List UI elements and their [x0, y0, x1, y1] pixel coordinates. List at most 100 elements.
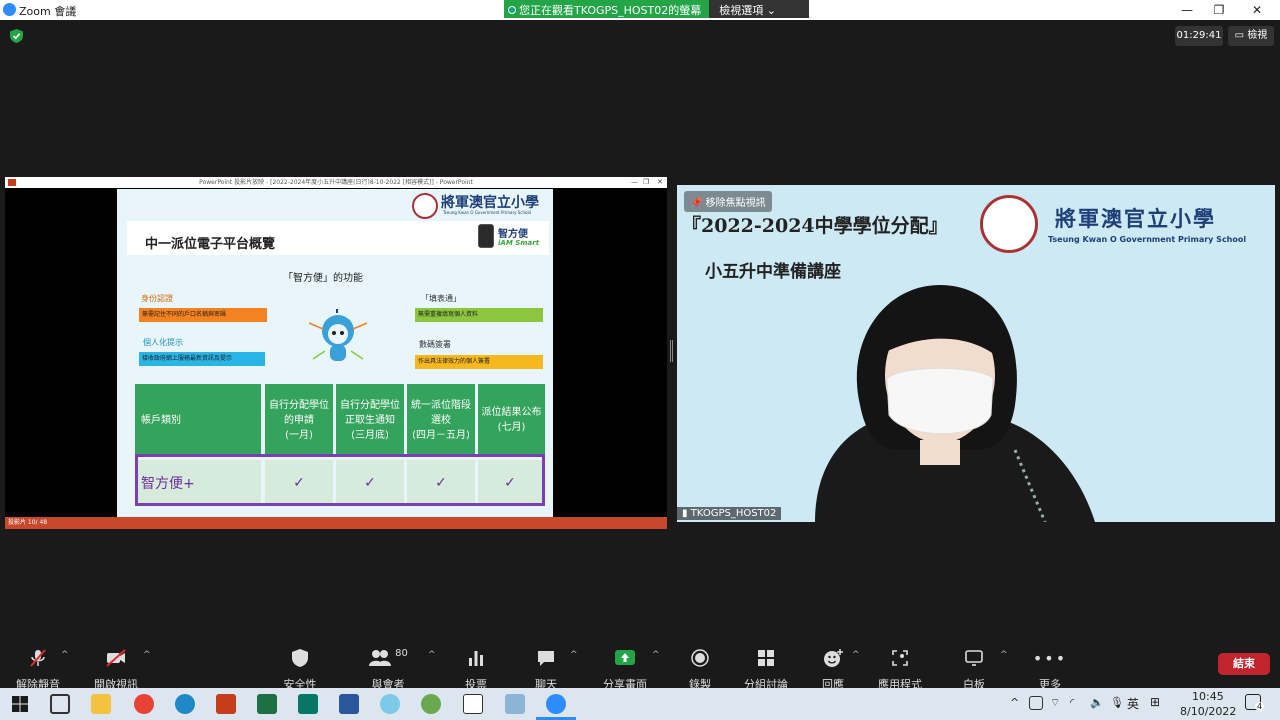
clock-time[interactable]: 10:45	[1192, 690, 1224, 703]
whiteboard-button[interactable]: 白板	[939, 648, 1009, 692]
share-screen-icon	[615, 650, 635, 665]
banner-title: 『2022-2024中學學位分配』	[682, 215, 948, 237]
ppt-close-icon: ✕	[657, 178, 663, 186]
help-icon[interactable]	[380, 694, 400, 714]
zoom-app-icon	[3, 3, 16, 16]
windows-taskbar: ^ ⌔ ◜ 🔈 🎙 英 ⊞ 10:45 8/10/2022 4	[0, 688, 1280, 720]
shared-screen: PowerPoint 投影片放映 - [2022-2024年度小五升中講座(日行…	[5, 177, 667, 529]
participants-options-caret[interactable]: ^	[428, 650, 436, 660]
powerpoint-taskbar-icon[interactable]	[216, 694, 236, 714]
table-header-cell: 自行分配學位 正取生通知 (三月底)	[336, 384, 404, 456]
apps-button[interactable]: 應用程式	[865, 648, 935, 692]
wifi-icon[interactable]: ◜	[1070, 696, 1074, 709]
excel-icon[interactable]	[257, 694, 277, 714]
share-screen-button[interactable]: 分享畫面	[590, 648, 660, 692]
notepad-icon[interactable]	[505, 694, 525, 714]
slide-counter: 投影片 10/ 48	[8, 519, 48, 526]
whiteboard-icon	[965, 650, 983, 666]
signal-bars-icon: ▮	[682, 508, 688, 519]
share-options-caret[interactable]: ^	[652, 650, 660, 660]
reactions-options-caret[interactable]: ^	[852, 650, 860, 660]
platform-table: 帳戶類別 自行分配學位 的申請 (一月) 自行分配學位 正取生通知 (三月底) …	[135, 384, 545, 514]
whiteboard-options-caret[interactable]: ^	[1000, 650, 1008, 660]
smiley-icon	[824, 649, 843, 667]
end-meeting-button[interactable]: 結束	[1218, 653, 1270, 675]
shield-icon	[292, 649, 308, 667]
ime-indicator[interactable]: 英	[1127, 695, 1139, 712]
edge-icon[interactable]	[175, 694, 195, 714]
chevron-down-icon: ⌄	[766, 4, 776, 17]
school-crest	[980, 195, 1038, 253]
video-school-en: Tseung Kwan O Government Primary School	[1048, 235, 1247, 244]
unpin-video-button[interactable]: 📌 移除焦點視訊	[684, 191, 772, 212]
table-cell: 智方便+	[138, 460, 261, 506]
viewing-notice: 您正在觀看TKOGPS_HOST02的螢幕	[504, 0, 710, 18]
header-line: (三月底)	[351, 429, 389, 441]
task-view-icon[interactable]	[50, 694, 70, 714]
breakout-rooms-button[interactable]: 分組討論	[731, 648, 801, 692]
view-button-label: 檢視	[1247, 30, 1268, 41]
app-circle-icon[interactable]	[421, 694, 441, 714]
windows-start-icon[interactable]	[12, 696, 28, 712]
participant-count: 80	[395, 648, 408, 659]
ime-mode-icon[interactable]: ⊞	[1150, 695, 1160, 709]
ppt-minimize-icon: —	[631, 178, 638, 186]
network-icon[interactable]: ⌔	[1050, 696, 1060, 710]
volume-icon[interactable]: 🔈	[1090, 696, 1104, 709]
participants-button[interactable]: 80 與會者	[353, 648, 423, 692]
close-button[interactable]: ✕	[1234, 0, 1280, 20]
chat-options-caret[interactable]: ^	[570, 650, 578, 660]
header-line: (四月－五月)	[412, 429, 470, 441]
security-shield-icon[interactable]	[10, 29, 23, 43]
unpin-label: 移除焦點視訊	[705, 198, 766, 209]
feature-box: 作出具法律效力的個人簽署	[415, 355, 543, 369]
video-school-name: 將軍澳官立小學	[1055, 206, 1216, 231]
record-button[interactable]: 錄製	[665, 648, 735, 692]
table-cell: ✓	[407, 460, 475, 506]
polls-button[interactable]: 投票	[441, 648, 511, 692]
start-video-button[interactable]: 開啟視訊	[81, 648, 151, 692]
view-options-button[interactable]: 檢視選項 ⌄	[709, 0, 810, 18]
participant-name-tag: ▮ TKOGPS_HOST02	[677, 507, 782, 520]
resize-handle[interactable]	[670, 340, 673, 362]
video-options-caret[interactable]: ^	[143, 650, 151, 660]
app-logo-sub: iAM Smart	[498, 239, 540, 247]
slide-title: 中一派位電子平台概覽	[145, 237, 276, 252]
chrome-icon[interactable]	[134, 694, 154, 714]
audio-options-caret[interactable]: ^	[61, 650, 69, 660]
poll-chart-icon	[469, 651, 483, 666]
clock-date[interactable]: 8/10/2022	[1180, 705, 1236, 718]
header-line: 派位結果公布	[481, 407, 542, 418]
speaker-person	[815, 285, 1095, 522]
feature-box: 無需記住不同的戶口名稱與密碼	[139, 308, 267, 322]
security-button[interactable]: 安全性	[265, 648, 335, 692]
header-line: 正取生通知	[345, 414, 395, 426]
tray-app-icon[interactable]	[1029, 696, 1043, 710]
feature-label: 個人化提示	[143, 338, 183, 347]
participant-name: TKOGPS_HOST02	[690, 508, 777, 519]
more-button[interactable]: ••• 更多	[1015, 648, 1085, 692]
header-line: (一月)	[285, 429, 313, 441]
meeting-timer: 01:29:41	[1175, 26, 1223, 46]
zoom-taskbar-icon[interactable]	[546, 694, 566, 714]
banner-subtitle: 小五升中準備講座	[705, 262, 841, 282]
table-header-cell: 自行分配學位 的申請 (一月)	[265, 384, 333, 456]
word-icon[interactable]	[339, 694, 359, 714]
apps-icon	[892, 650, 908, 666]
publisher-icon[interactable]	[298, 694, 318, 714]
participants-icon	[369, 650, 392, 666]
breakout-rooms-icon	[758, 650, 774, 666]
feature-label: 「填表通」	[421, 294, 461, 303]
view-button[interactable]: ▭ 檢視	[1228, 26, 1274, 46]
viewing-notice-text: 您正在觀看TKOGPS_HOST02的螢幕	[519, 4, 702, 17]
file-explorer-icon[interactable]	[91, 694, 111, 714]
slide-school-name: 將軍澳官立小學	[441, 195, 539, 211]
tray-overflow-icon[interactable]: ^	[1010, 696, 1019, 709]
panda-app-icon[interactable]	[463, 694, 483, 714]
header-line: (七月)	[497, 422, 526, 433]
feature-label: 身份認證	[141, 294, 173, 303]
microphone-tray-icon[interactable]: 🎙	[1110, 696, 1124, 709]
video-off-icon	[106, 649, 126, 667]
ppt-window-title: PowerPoint 投影片放映 - [2022-2024年度小五升中講座(日行…	[199, 179, 473, 186]
view-layout-icon: ▭	[1234, 30, 1245, 41]
